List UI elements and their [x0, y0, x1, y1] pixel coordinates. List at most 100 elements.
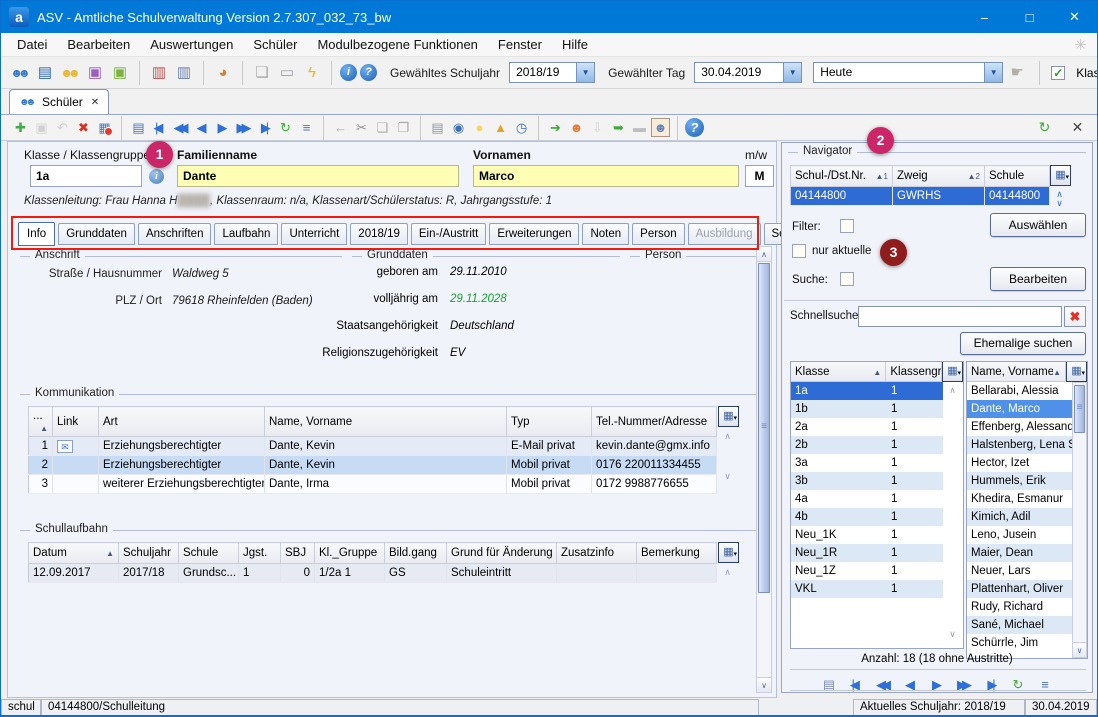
tab-anschriften[interactable]: Anschriften — [138, 223, 212, 245]
menu-item-modulbezogene-funktionen[interactable]: Modulbezogene Funktionen — [307, 34, 487, 55]
list-item[interactable]: 3b1 — [791, 472, 943, 490]
kopieren-icon[interactable]: ❏ — [373, 118, 392, 137]
list-item[interactable]: VKL1 — [791, 580, 943, 598]
ausschneiden-icon[interactable]: ✂ — [352, 118, 371, 137]
ansicht-aktualisieren-icon[interactable]: ↻ — [1035, 117, 1054, 136]
list-item[interactable]: Hector, Izet — [967, 454, 1073, 472]
column-header[interactable]: Schul-/Dst.Nr.▲1 — [791, 166, 893, 187]
list-item[interactable]: Schürrle, Jim — [967, 634, 1073, 652]
list-item[interactable]: 4b1 — [791, 508, 943, 526]
column-header[interactable]: Schuljahr — [119, 543, 179, 564]
table-row[interactable]: 12.09.20172017/18Grundsc...101/2a 1GSSch… — [29, 564, 717, 583]
column-header[interactable]: Zweig▲2 — [893, 166, 985, 187]
letzter-datensatz-icon[interactable]: ▶| — [981, 674, 1001, 694]
minimize-button[interactable]: – — [962, 1, 1007, 33]
uebergabe-icon[interactable]: ➥ — [609, 118, 628, 137]
suche-checkbox[interactable] — [840, 272, 854, 286]
datensatz-uebersicht-icon[interactable]: ▤ — [819, 674, 839, 694]
familienname-field[interactable]: Dante — [177, 165, 459, 187]
column-header[interactable]: Schule — [985, 166, 1050, 187]
klasse-field[interactable]: 1a — [30, 165, 142, 187]
daumen-icon[interactable]: ☛ — [1006, 62, 1028, 84]
tag-modus-combobox[interactable]: Heute ▼ — [813, 62, 1003, 83]
tab-erweiterungen[interactable]: Erweiterungen — [489, 223, 579, 245]
zurueck-icon[interactable]: ◀ — [900, 674, 920, 694]
scroll-up-icon[interactable]: ∧ — [757, 247, 771, 262]
aktualisieren-icon[interactable]: ↻ — [1008, 674, 1028, 694]
scroll-down-icon[interactable]: ∨ — [1052, 199, 1067, 208]
column-header[interactable]: Kl._Gruppe — [315, 543, 385, 564]
column-header[interactable]: Art — [99, 407, 265, 437]
menu-item-hilfe[interactable]: Hilfe — [552, 34, 598, 55]
schnell-zurueck-icon[interactable]: ◀◀ — [171, 118, 190, 137]
table-row[interactable]: 04144800GWRHS04144800 — [791, 187, 1050, 206]
list-item[interactable]: Effenberg, Alessand... — [967, 418, 1073, 436]
close-button[interactable]: ✕ — [1052, 1, 1097, 33]
filter-checkbox[interactable] — [840, 219, 854, 233]
mitteilungen-modul-icon[interactable]: ▣ — [109, 62, 131, 84]
berichte-icon[interactable]: ▥ — [148, 62, 170, 84]
schnellsuche-input[interactable] — [858, 306, 1062, 327]
list-item[interactable]: Neuer, Lars — [967, 562, 1073, 580]
datensatz-verwerfen-icon[interactable]: ▦ — [95, 118, 114, 137]
list-item[interactable]: Plattenhart, Oliver — [967, 580, 1073, 598]
column-header[interactable]: Datum▲ — [29, 543, 119, 564]
table-row[interactable]: 3weiterer ErziehungsberechtigterDante, I… — [29, 475, 717, 494]
zurueck-icon[interactable]: ◀ — [192, 118, 211, 137]
vornamen-field[interactable]: Marco — [473, 165, 739, 187]
mw-field[interactable]: M — [745, 165, 774, 187]
hinweis-icon[interactable]: ● — [470, 118, 489, 137]
namen-grid-button[interactable]: ▦▾ — [1066, 361, 1087, 382]
scroll-down-icon[interactable]: ∨ — [757, 677, 771, 692]
vorschau-icon[interactable]: ◉ — [449, 118, 468, 137]
erster-datensatz-icon[interactable]: |◀ — [846, 674, 866, 694]
nur-aktuelle-checkbox[interactable] — [792, 244, 806, 258]
navigator-grid-button[interactable]: ▦▾ — [1050, 165, 1071, 186]
scroll-down-icon[interactable]: ∨ — [945, 630, 960, 639]
menu-item-auswertungen[interactable]: Auswertungen — [140, 34, 243, 55]
loeschen-icon[interactable]: ✖ — [74, 118, 93, 137]
nachrichten-modul-icon[interactable]: ▣ — [84, 62, 106, 84]
einfuegen-icon[interactable]: ❐ — [394, 118, 413, 137]
table-row[interactable]: 2ErziehungsberechtigterDante, KevinMobil… — [29, 456, 717, 475]
list-item[interactable]: Kimich, Adil — [967, 508, 1073, 526]
tab-laufbahn[interactable]: Laufbahn — [214, 223, 278, 245]
menu-item-bearbeiten[interactable]: Bearbeiten — [57, 34, 140, 55]
schueler-modul-icon[interactable]: ☻☻ — [9, 62, 31, 84]
erster-datensatz-icon[interactable]: |◀ — [150, 118, 169, 137]
vor-icon[interactable]: ▶ — [213, 118, 232, 137]
fenster-hinweis-icon[interactable]: ▭ — [276, 62, 298, 84]
kommunikation-grid-button[interactable]: ▦▾ — [718, 406, 739, 427]
tab-noten[interactable]: Noten — [582, 223, 629, 245]
klassengruppe-column-header[interactable]: Klassengr... — [886, 362, 942, 382]
column-header[interactable]: Tel.-Nummer/Adresse — [592, 407, 717, 437]
scrollbar-thumb[interactable] — [758, 263, 770, 593]
scroll-up-icon[interactable]: ∧ — [945, 386, 960, 395]
list-item[interactable]: 1b1 — [791, 400, 943, 418]
bearbeiten-button[interactable]: Bearbeiten — [990, 267, 1086, 291]
export-icon[interactable]: ➔ — [546, 118, 565, 137]
column-header[interactable]: Link — [53, 407, 99, 437]
column-header[interactable]: Jgst. — [239, 543, 281, 564]
speichern-icon[interactable]: ▣ — [32, 118, 51, 137]
aktualisieren-icon[interactable]: ↻ — [276, 118, 295, 137]
list-item[interactable]: 2b1 — [791, 436, 943, 454]
listenansicht-icon[interactable]: ≡ — [1035, 674, 1055, 694]
scroll-down-icon[interactable]: ∨ — [720, 472, 735, 481]
chevron-down-icon[interactable]: ▼ — [984, 63, 1002, 82]
neuer-datensatz-icon[interactable]: ✚ — [11, 118, 30, 137]
info-icon[interactable]: i — [149, 169, 164, 184]
ansicht-schliessen-icon[interactable]: ✕ — [1068, 117, 1087, 136]
list-item[interactable]: 4a1 — [791, 490, 943, 508]
column-header[interactable]: Schule — [179, 543, 239, 564]
name-column-header[interactable]: Name, Vorname(n)▲ — [967, 362, 1066, 382]
list-item[interactable]: Neu_1K1 — [791, 526, 943, 544]
column-header[interactable]: Zusatzinfo — [557, 543, 637, 564]
kontaktdaten-icon[interactable]: ☻ — [651, 118, 670, 137]
list-item[interactable]: Halstenberg, Lena S... — [967, 436, 1073, 454]
klassen-modul-icon[interactable]: ▤ — [34, 62, 56, 84]
list-item[interactable]: Dante, Marco — [967, 400, 1073, 418]
datensatz-uebersicht-icon[interactable]: ▤ — [129, 118, 148, 137]
tab-2018-19[interactable]: 2018/19 — [350, 223, 408, 245]
drucken-icon[interactable]: ▤ — [428, 118, 447, 137]
